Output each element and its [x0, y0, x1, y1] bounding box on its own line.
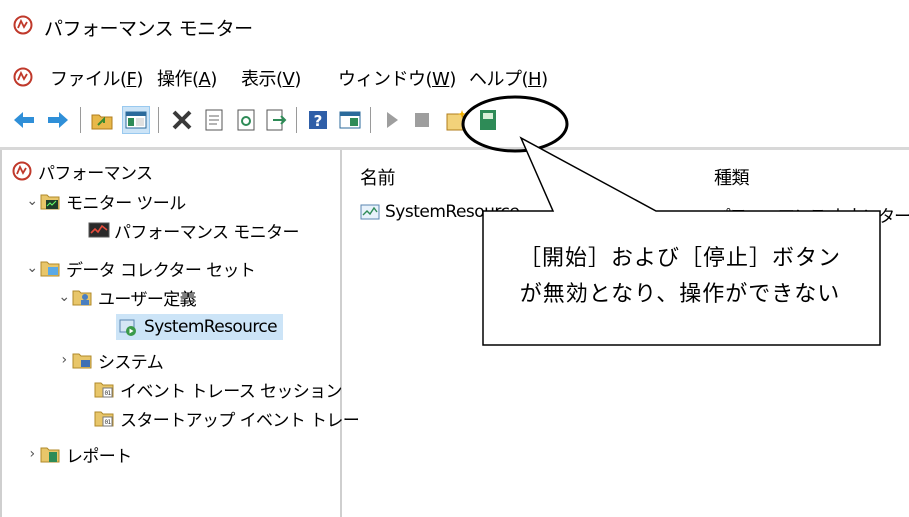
callout-text: ［開始］および［停止］ボタン が無効となり、操作ができない: [486, 241, 874, 313]
callout-line-1: ［開始］および［停止］ボタン: [518, 246, 841, 271]
highlight-ellipse: [461, 95, 569, 153]
callout-line-2: が無効となり、操作ができない: [519, 282, 841, 307]
